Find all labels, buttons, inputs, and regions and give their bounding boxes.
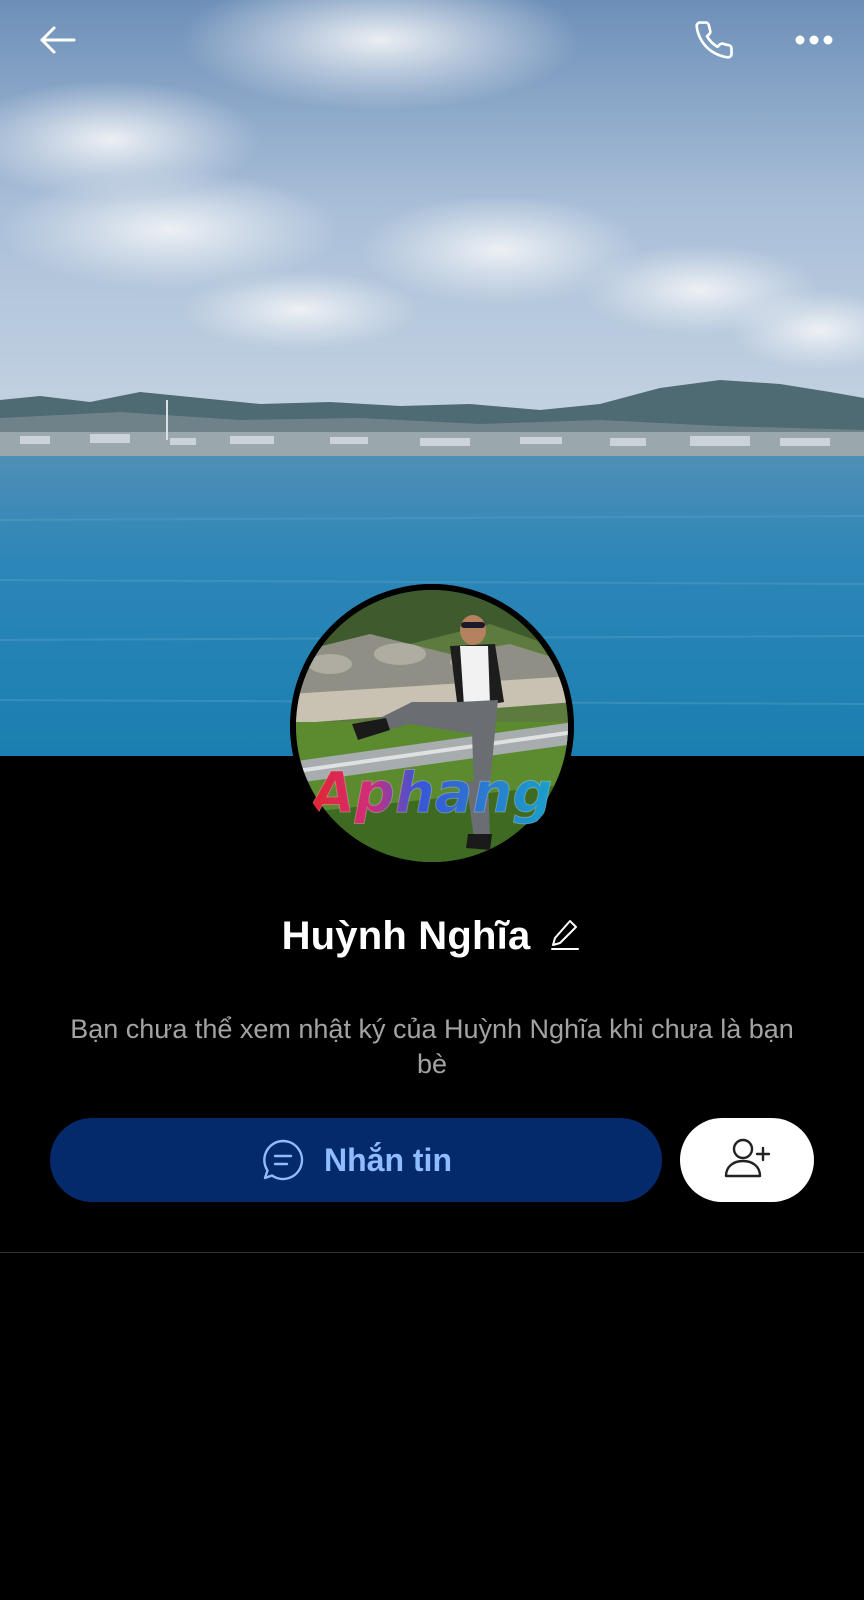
back-button[interactable] (30, 14, 86, 70)
more-options-button[interactable] (786, 14, 842, 70)
send-message-button[interactable]: Nhắn tin (50, 1118, 662, 1202)
profile-avatar[interactable]: Aphang (290, 584, 574, 868)
section-divider (0, 1252, 864, 1253)
edit-name-button[interactable] (548, 919, 582, 953)
profile-name-row: Huỳnh Nghĩa (0, 906, 864, 966)
add-user-icon (723, 1136, 771, 1185)
profile-name: Huỳnh Nghĩa (281, 913, 531, 958)
top-bar (0, 0, 864, 84)
call-button[interactable] (686, 14, 742, 70)
pencil-icon (549, 917, 581, 956)
add-friend-button[interactable] (680, 1118, 814, 1202)
arrow-left-icon (38, 24, 78, 61)
chat-bubble-icon (260, 1137, 306, 1183)
diary-restricted-notice: Bạn chưa thể xem nhật ký của Huỳnh Nghĩa… (70, 1014, 794, 1079)
send-message-label: Nhắn tin (324, 1141, 452, 1178)
phone-icon (693, 19, 735, 66)
more-horizontal-icon (794, 33, 834, 51)
svg-text:Aphang: Aphang (307, 761, 552, 826)
